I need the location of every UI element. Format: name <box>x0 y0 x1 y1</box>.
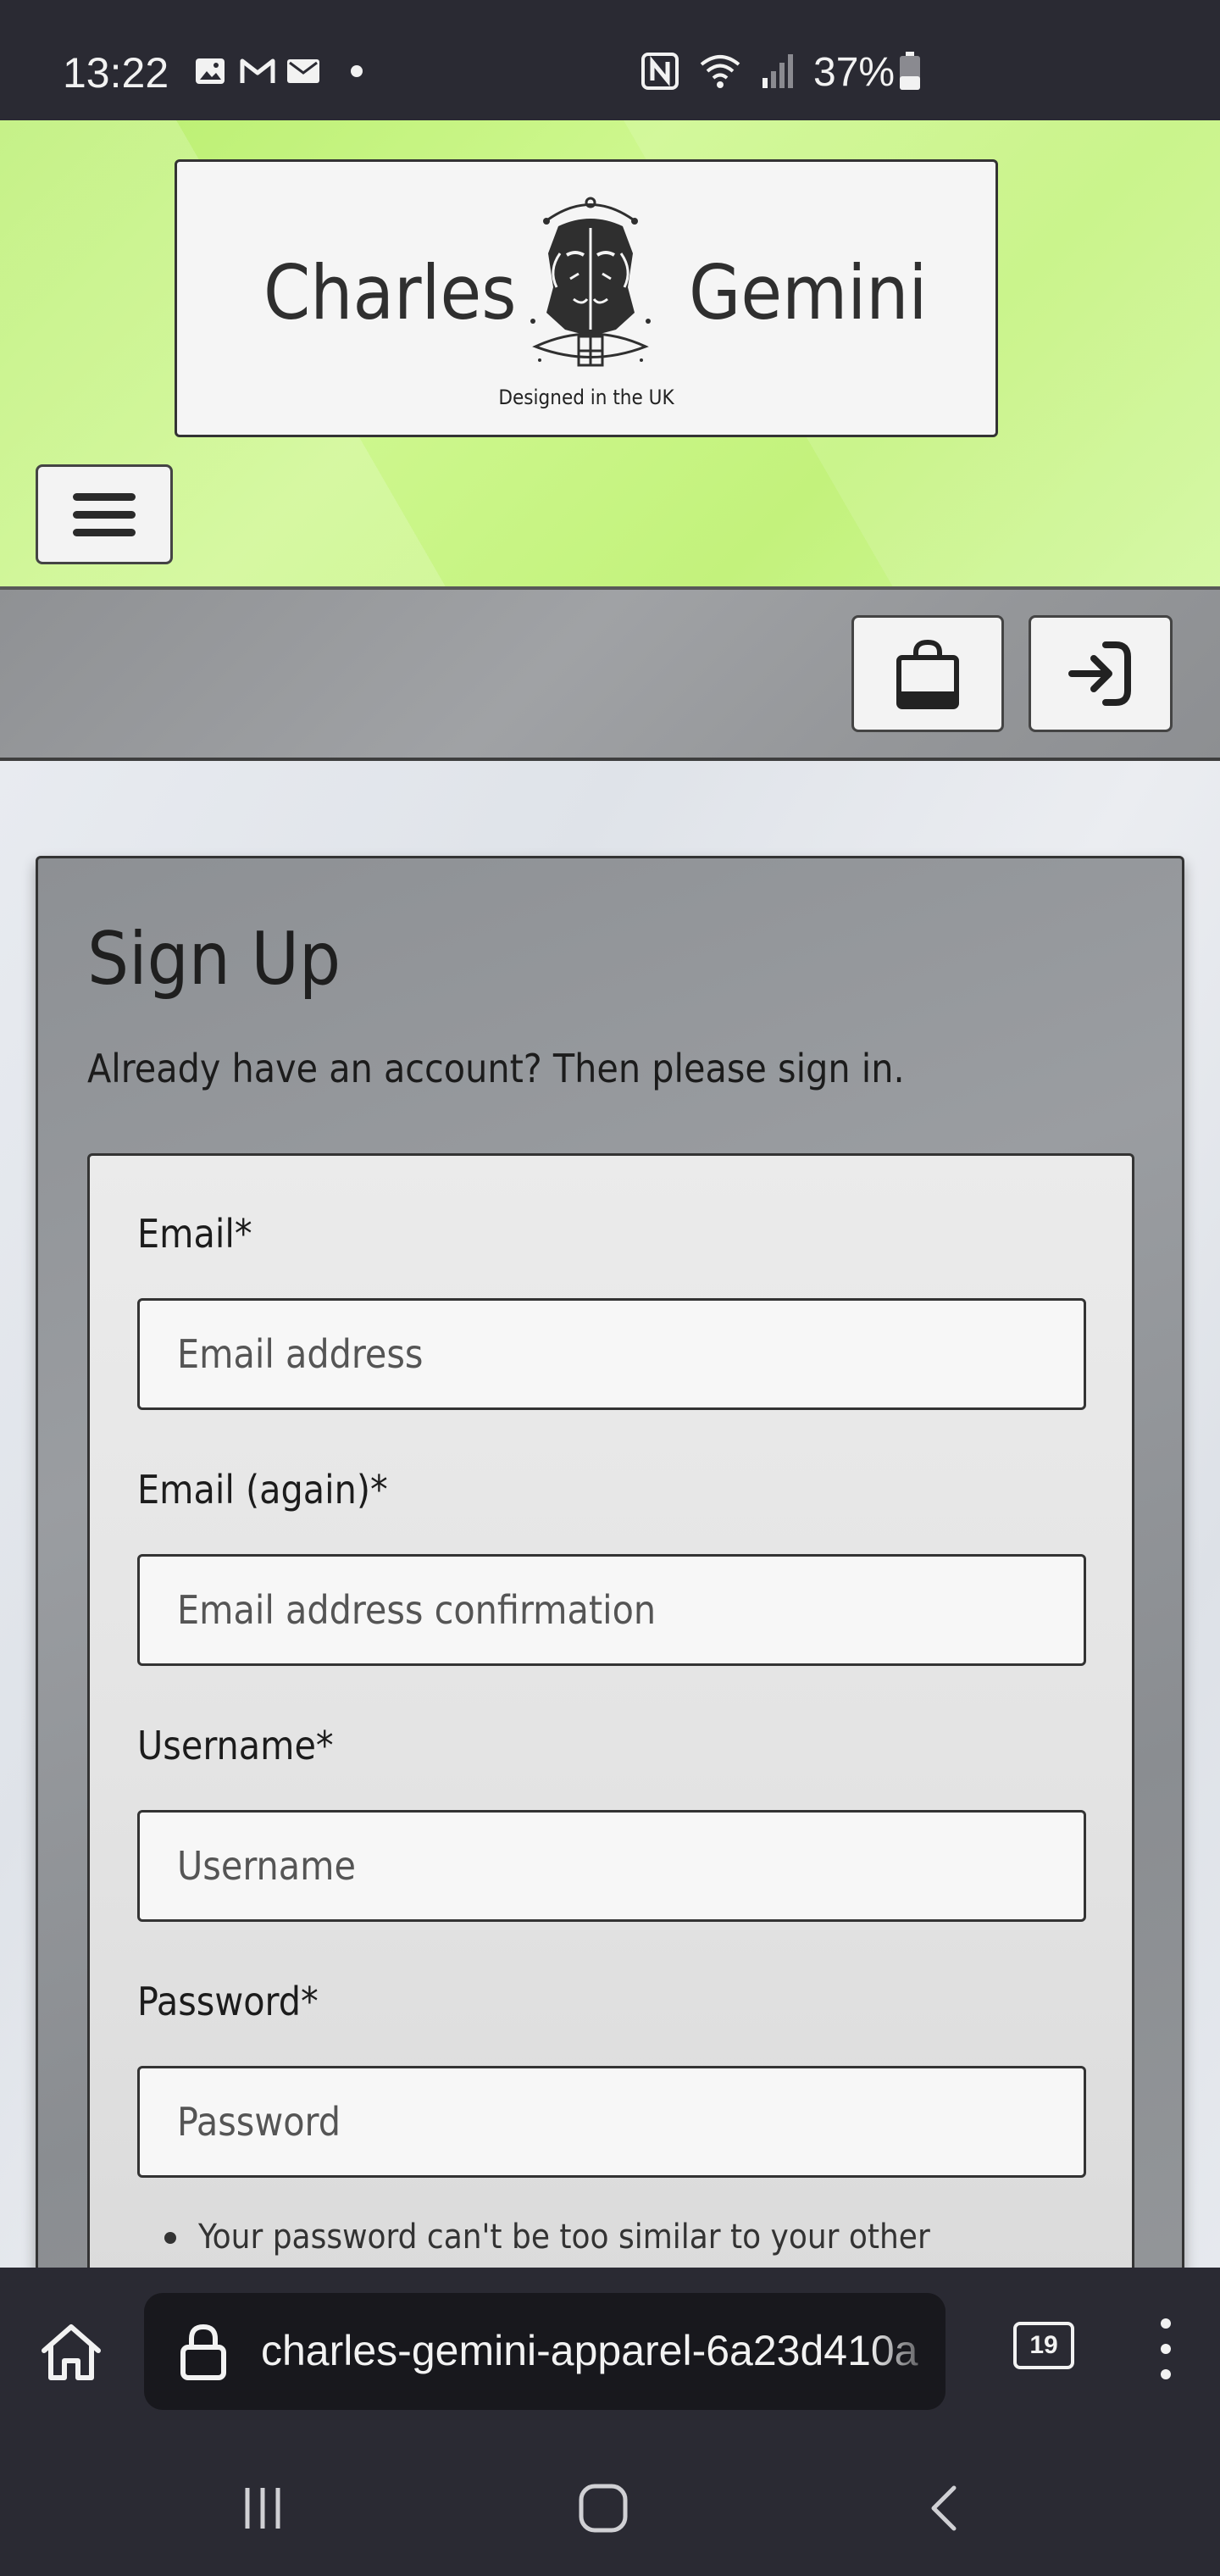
address-bar[interactable]: charles-gemini-apparel-6a23d410a <box>144 2293 946 2410</box>
recent-apps-button[interactable] <box>229 2474 297 2542</box>
signin-prompt-text: Already have an account? Then please <box>87 1046 779 1091</box>
browser-toolbar: charles-gemini-apparel-6a23d410a 19 <box>0 2268 1220 2427</box>
signal-icon <box>761 53 795 94</box>
shopping-bag-button[interactable] <box>851 615 1004 732</box>
shopping-bag-icon <box>896 639 959 709</box>
battery-text: 37% <box>813 50 896 95</box>
home-button[interactable] <box>34 2315 108 2390</box>
brand-name-right: Gemini <box>689 249 928 336</box>
system-icons: 37% <box>640 49 922 97</box>
more-options-button[interactable] <box>1149 2315 1183 2383</box>
back-button[interactable] <box>912 2474 979 2542</box>
password-label: Password* <box>137 1979 319 2024</box>
brand-name-left: Charles <box>263 249 517 336</box>
email-label: Email* <box>137 1211 252 1257</box>
gallery-icon <box>193 54 227 88</box>
signin-prompt-end: . <box>893 1046 905 1091</box>
signup-card: Sign Up Already have an account? Then pl… <box>36 856 1184 2340</box>
login-icon <box>1068 641 1131 706</box>
username-field[interactable] <box>137 1810 1086 1922</box>
more-icon-dot <box>1161 2318 1171 2329</box>
page-title: Sign Up <box>87 917 341 1002</box>
notification-dot <box>351 65 363 77</box>
hamburger-icon-bar <box>73 528 136 536</box>
email-confirm-label: Email (again)* <box>137 1467 388 1513</box>
url-fade <box>869 2293 946 2410</box>
email-field[interactable] <box>137 1298 1086 1410</box>
url-text: charles-gemini-apparel-6a23d410a <box>261 2327 918 2374</box>
recent-apps-icon <box>245 2488 280 2529</box>
battery-icon <box>898 51 922 96</box>
username-label: Username* <box>137 1723 334 1768</box>
gmail-icon <box>239 54 275 88</box>
signin-prompt: Already have an account? Then please sig… <box>87 1043 905 1094</box>
more-icon-dot <box>1161 2344 1171 2354</box>
home-nav-icon <box>579 2484 628 2533</box>
nfc-icon <box>640 52 679 95</box>
brand-logo[interactable]: Charles Gemini Designed in the UK <box>175 159 998 437</box>
status-bar: 13:22 37% <box>0 0 1220 120</box>
home-icon <box>42 2324 101 2380</box>
signup-form: Email* Email (again)* Username* Password… <box>87 1153 1134 2340</box>
more-icon-dot <box>1161 2369 1171 2379</box>
gemini-emblem-icon <box>530 197 651 367</box>
hamburger-icon-bar <box>73 492 136 501</box>
site-header: Charles Gemini Designed in the UK <box>0 120 1220 590</box>
system-nav-bar <box>0 2427 1220 2576</box>
lock-icon <box>180 2323 226 2380</box>
email-confirm-field[interactable] <box>137 1554 1086 1666</box>
signin-link[interactable]: sign in <box>778 1046 893 1091</box>
notification-icons <box>193 54 363 88</box>
password-field[interactable] <box>137 2066 1086 2178</box>
hamburger-icon-bar <box>73 510 136 519</box>
tabs-button[interactable]: 19 <box>1013 2322 1074 2369</box>
password-help-item: Your password can't be too similar to yo… <box>164 2215 930 2259</box>
login-button[interactable] <box>1029 615 1173 732</box>
wifi-icon <box>698 53 742 94</box>
menu-button[interactable] <box>36 464 173 564</box>
brand-tagline: Designed in the UK <box>498 386 674 409</box>
mail-icon <box>285 54 319 88</box>
status-time: 13:22 <box>63 49 169 97</box>
back-icon <box>931 2485 957 2531</box>
toolbar <box>0 590 1220 761</box>
home-nav-button[interactable] <box>569 2474 637 2542</box>
